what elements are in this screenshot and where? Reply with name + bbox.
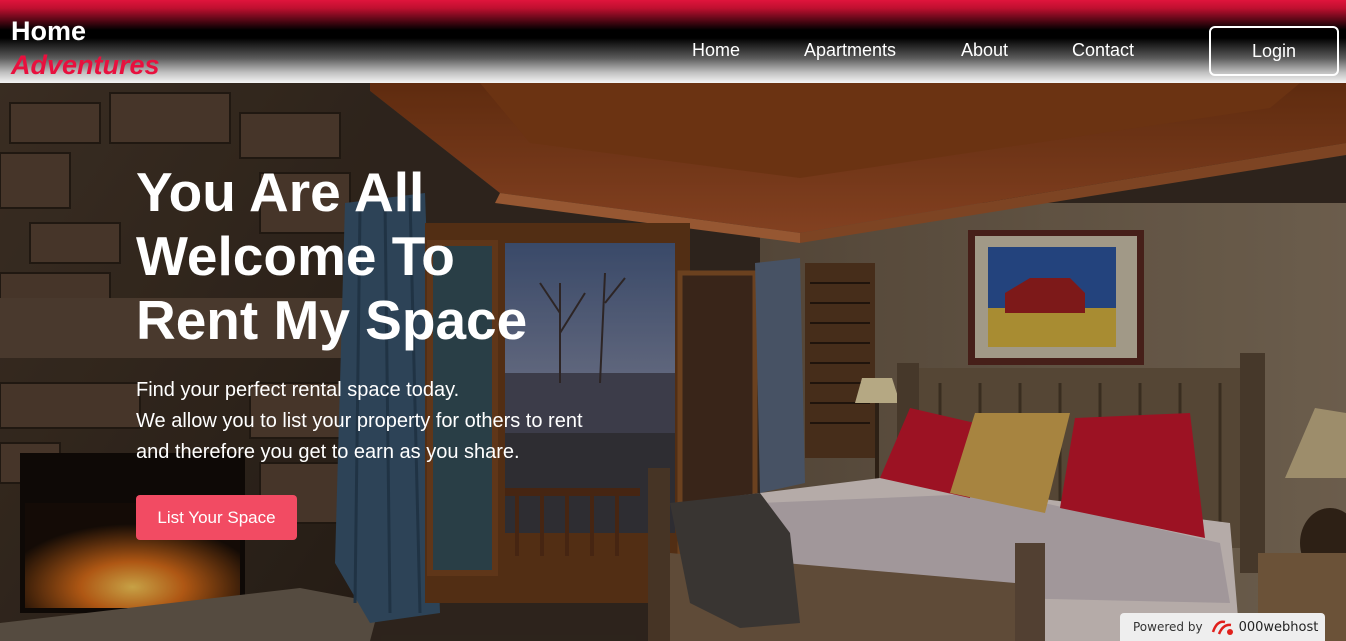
hero-title-line: You Are All — [136, 161, 425, 223]
nav-apartments-link[interactable]: Apartments — [804, 41, 896, 59]
site-header: Home Adventures Home Apartments About Co… — [0, 0, 1346, 83]
login-button[interactable]: Login — [1209, 26, 1339, 76]
nav-contact-link[interactable]: Contact — [1072, 41, 1134, 59]
hero-subtitle-line: Find your perfect rental space today. — [136, 379, 460, 401]
hero-subtitle-line: We allow you to list your property for o… — [136, 410, 583, 432]
logo-home-text[interactable]: Home — [11, 18, 86, 45]
powered-by-badge[interactable]: Powered by 000webhost — [1120, 613, 1325, 641]
hero-subtitle-line: and therefore you get to earn as you sha… — [136, 441, 520, 463]
logo-adventures-text[interactable]: Adventures — [11, 52, 160, 79]
nav-about-link[interactable]: About — [961, 41, 1008, 59]
list-your-space-button[interactable]: List Your Space — [136, 495, 297, 540]
hero-title-line: Welcome To — [136, 225, 455, 287]
webhost-logo-icon — [1211, 618, 1235, 636]
hero-subtitle: Find your perfect rental space today. We… — [136, 375, 583, 468]
hero-title: You Are All Welcome To Rent My Space — [136, 160, 616, 352]
webhost-brand-text: 000webhost — [1238, 619, 1319, 635]
hero-title-line: Rent My Space — [136, 289, 528, 351]
powered-by-text: Powered by — [1133, 620, 1203, 634]
nav-home-link[interactable]: Home — [692, 41, 740, 59]
